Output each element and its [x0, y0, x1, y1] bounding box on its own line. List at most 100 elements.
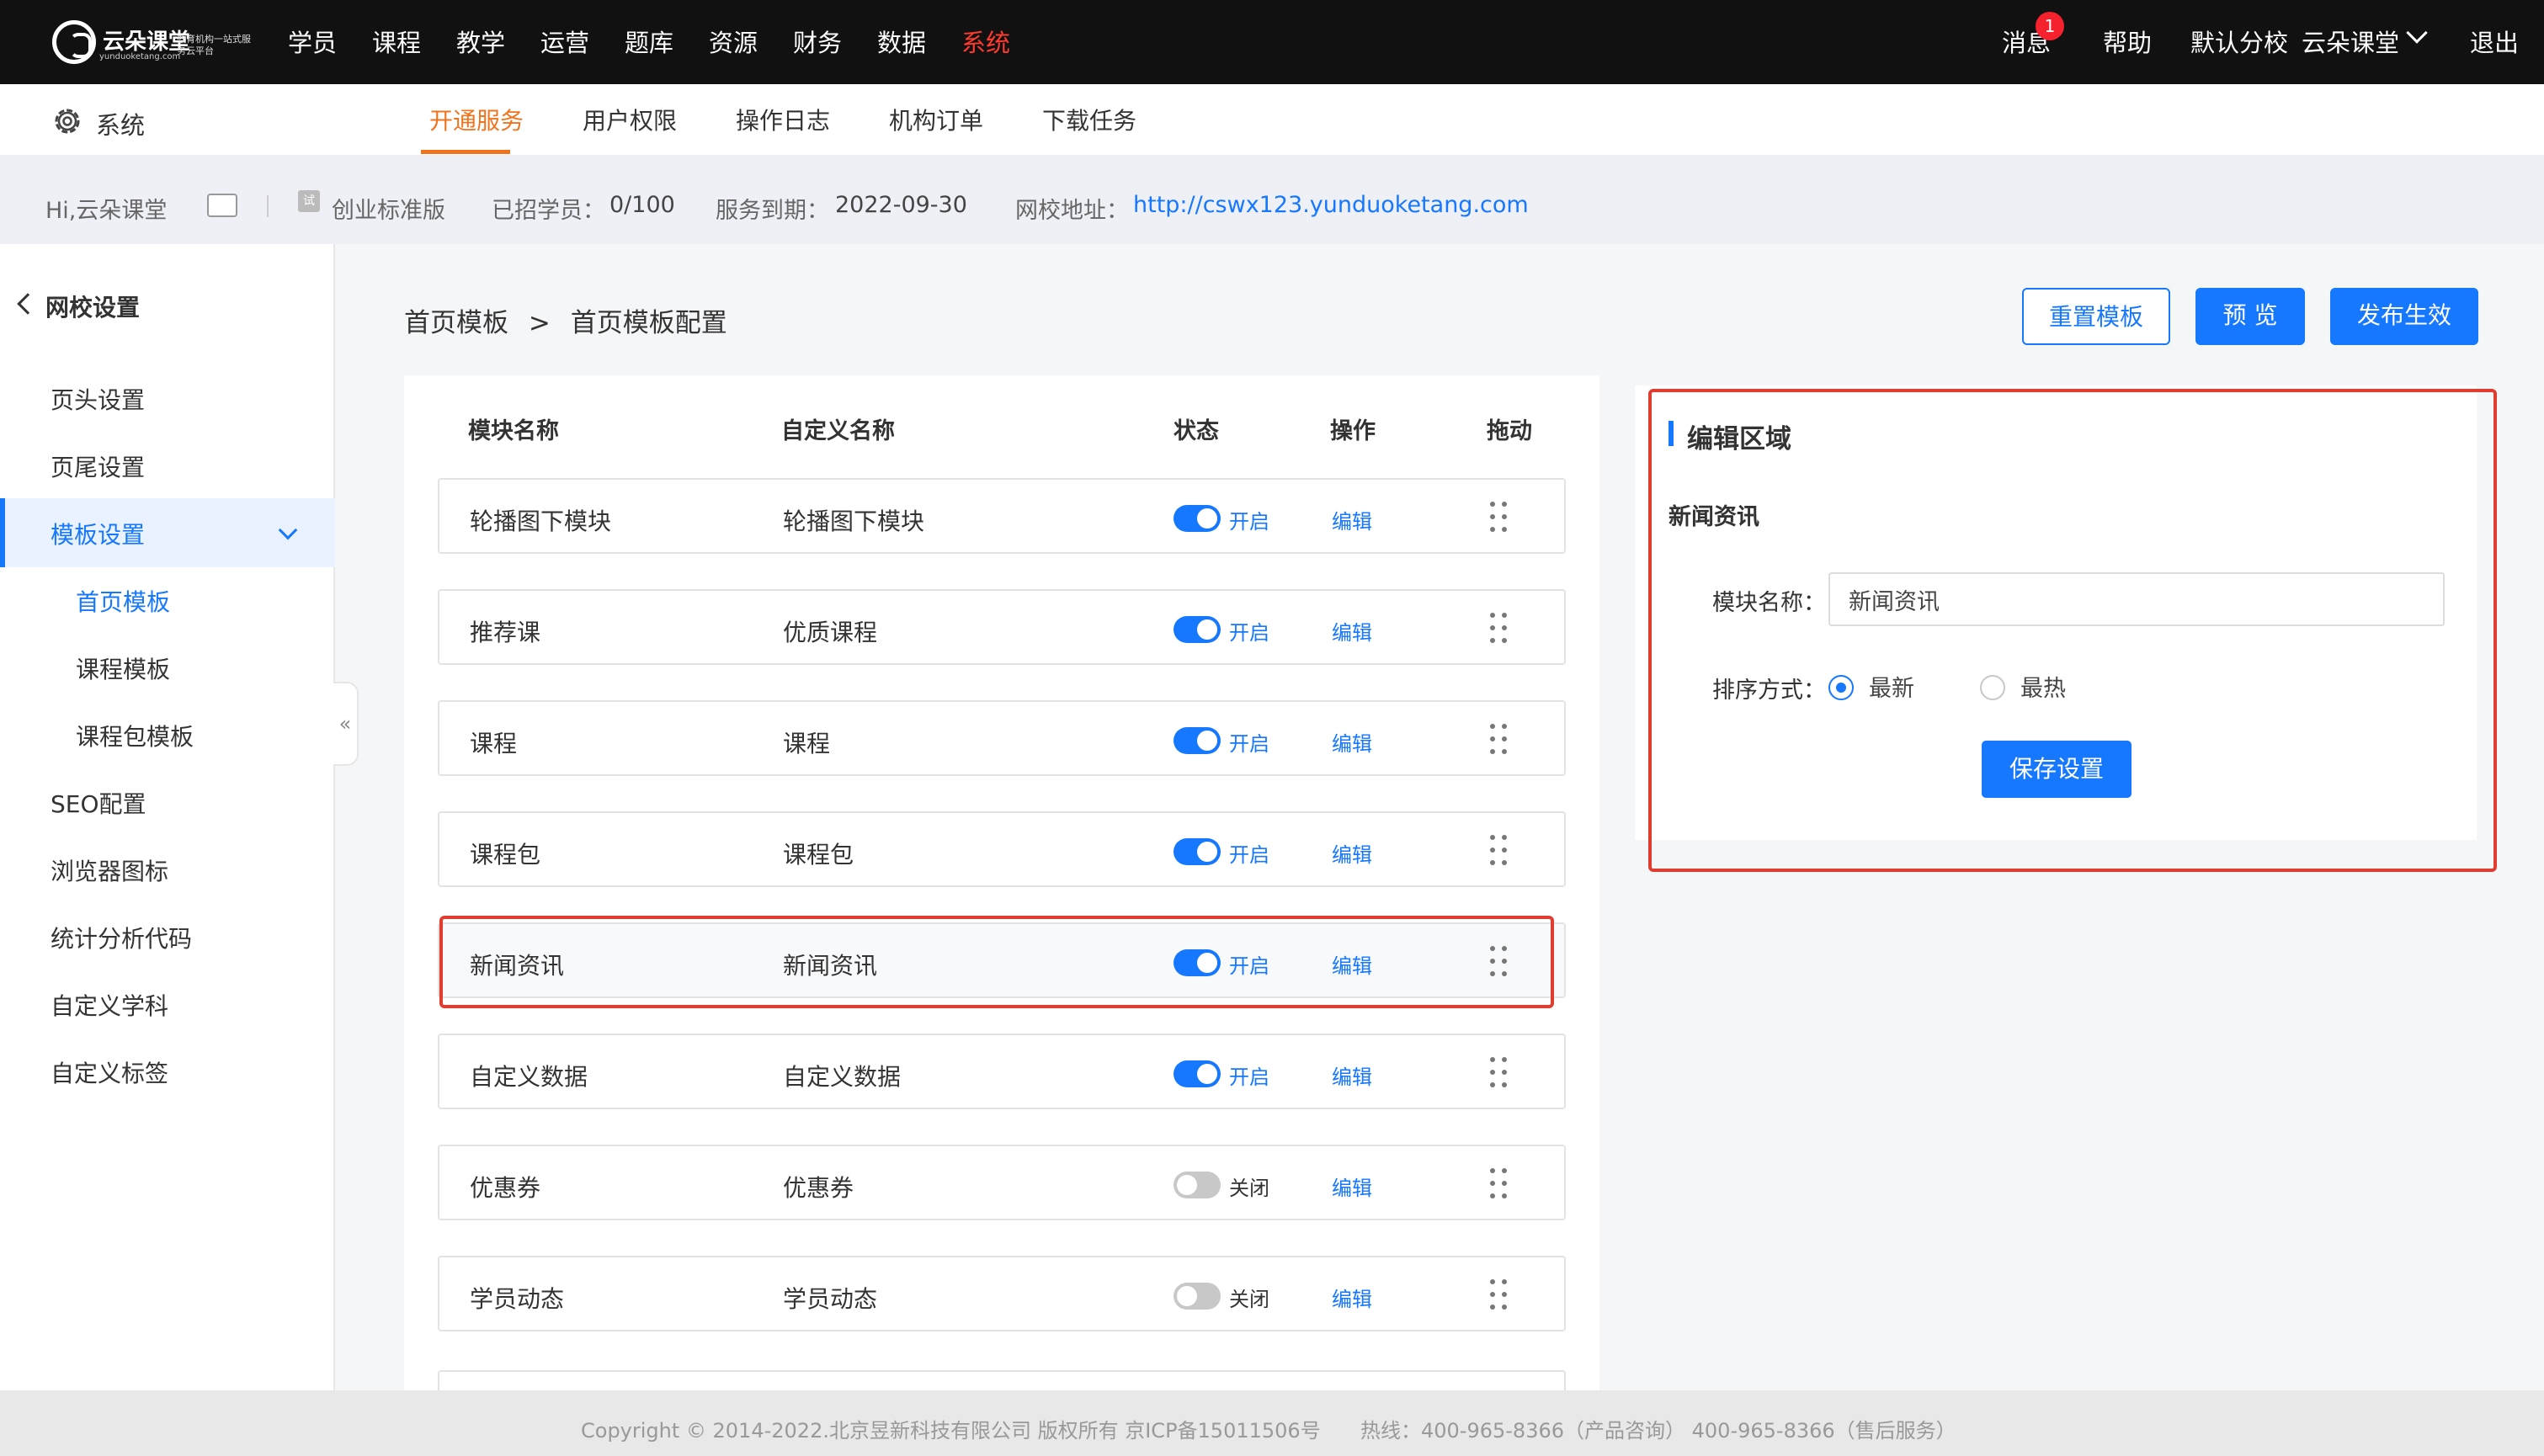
footer-copyright: Copyright © 2014-2022.北京昱新科技有限公司 版权所有 京I…	[581, 1419, 1321, 1443]
title-accent-bar	[1669, 421, 1674, 446]
drag-dot	[1502, 1070, 1507, 1075]
sidebar-item-analytics-code[interactable]: 统计分析代码	[51, 921, 192, 954]
nav-courses[interactable]: 课程	[372, 24, 421, 59]
expiry-label: 服务到期：	[716, 198, 829, 224]
drag-dot	[1490, 1070, 1495, 1075]
logout-link[interactable]: 退出	[2470, 24, 2519, 59]
custom-name-cell: 自定义数据	[783, 1063, 902, 1091]
sort-newest-radio[interactable]	[1828, 675, 1854, 700]
drag-dot	[1490, 835, 1495, 840]
sidebar-item-custom-tags[interactable]: 自定义标签	[51, 1055, 168, 1089]
nav-system[interactable]: 系统	[961, 24, 1010, 59]
status-toggle[interactable]	[1174, 1060, 1221, 1087]
drag-dot	[1502, 1305, 1507, 1310]
status-toggle[interactable]	[1174, 1283, 1221, 1310]
sort-hottest-radio[interactable]	[1980, 675, 2005, 700]
sort-hottest-label[interactable]: 最热	[2020, 670, 2066, 703]
sidebar-collapse-toggle[interactable]: «	[333, 682, 359, 766]
edit-link[interactable]: 编辑	[1332, 1172, 1372, 1201]
column-header-drag: 拖动	[1487, 418, 1532, 444]
drag-handle-icon[interactable]	[1490, 502, 1509, 534]
edit-panel-module: 新闻资讯	[1669, 504, 1759, 530]
drag-handle-icon[interactable]	[1490, 1168, 1509, 1200]
sort-newest-label[interactable]: 最新	[1869, 670, 1914, 703]
edit-link[interactable]: 编辑	[1332, 727, 1372, 757]
drag-dot	[1490, 736, 1495, 741]
sidebar-item-favicon[interactable]: 浏览器图标	[51, 853, 168, 887]
status-toggle[interactable]	[1174, 505, 1221, 532]
preview-button[interactable]: 预 览	[2195, 288, 2305, 345]
nav-operations[interactable]: 运营	[540, 24, 589, 59]
drag-handle-icon[interactable]	[1490, 835, 1509, 867]
status-toggle[interactable]	[1174, 838, 1221, 865]
custom-name-cell: 课程	[783, 730, 831, 757]
sidebar-item-course-package-template[interactable]: 课程包模板	[76, 719, 194, 752]
messages-badge: 1	[2036, 12, 2064, 40]
school-url-link[interactable]: http://cswx123.yunduoketang.com	[1133, 192, 1529, 218]
module-name-input[interactable]	[1828, 572, 2445, 626]
column-header-action: 操作	[1330, 418, 1376, 444]
drag-handle-icon[interactable]	[1490, 1279, 1509, 1311]
top-navbar: 云朵课堂 教育机构一站式服务云平台 yunduoketang.com 学员 课程…	[0, 0, 2544, 84]
cloud-logo-icon	[52, 20, 96, 64]
status-toggle[interactable]	[1174, 616, 1221, 643]
edit-link[interactable]: 编辑	[1332, 505, 1372, 534]
edit-link[interactable]: 编辑	[1332, 616, 1372, 646]
trial-badge-icon: 试	[298, 190, 320, 212]
nav-teaching[interactable]: 教学	[456, 24, 505, 59]
drag-handle-icon[interactable]	[1490, 1057, 1509, 1089]
sidebar-item-template-settings[interactable]: 模板设置	[51, 517, 145, 550]
tab-institution-orders[interactable]: 机构订单	[889, 103, 983, 136]
edit-link[interactable]: 编辑	[1332, 838, 1372, 868]
module-name-cell: 推荐课	[470, 619, 541, 646]
sidebar-item-course-template[interactable]: 课程模板	[76, 651, 170, 685]
drag-dot	[1502, 613, 1507, 618]
drag-dot	[1490, 1082, 1495, 1087]
id-card-icon[interactable]	[207, 194, 237, 217]
reset-template-button[interactable]: 重置模板	[2022, 288, 2170, 345]
logo-url: yunduoketang.com	[99, 52, 181, 61]
chevron-down-icon[interactable]	[2406, 22, 2428, 44]
status-toggle[interactable]	[1174, 1172, 1221, 1198]
tab-download-tasks[interactable]: 下载任务	[1042, 103, 1136, 136]
sidebar-item-custom-subjects[interactable]: 自定义学科	[51, 988, 168, 1022]
drag-handle-icon[interactable]	[1490, 724, 1509, 756]
drag-dot	[1502, 736, 1507, 741]
nav-finance[interactable]: 财务	[793, 24, 842, 59]
sidebar-item-header-settings[interactable]: 页头设置	[51, 382, 145, 416]
nav-question-bank[interactable]: 题库	[625, 24, 673, 59]
status-toggle[interactable]	[1174, 727, 1221, 754]
drag-handle-icon[interactable]	[1490, 613, 1509, 645]
edit-link[interactable]: 编辑	[1332, 1283, 1372, 1312]
nav-students[interactable]: 学员	[288, 24, 337, 59]
sidebar-title[interactable]: 网校设置	[45, 290, 140, 323]
status-label: 关闭	[1229, 1177, 1269, 1200]
help-link[interactable]: 帮助	[2103, 24, 2152, 59]
user-menu[interactable]: 云朵课堂	[2302, 24, 2399, 59]
drag-dot	[1502, 1279, 1507, 1284]
drag-dot	[1502, 1193, 1507, 1198]
drag-dot	[1490, 724, 1495, 729]
module-name-cell: 优惠券	[470, 1174, 541, 1202]
drag-dot	[1502, 1181, 1507, 1186]
module-name-cell: 自定义数据	[470, 1063, 588, 1091]
nav-data[interactable]: 数据	[877, 24, 926, 59]
drag-dot	[1502, 848, 1507, 853]
tab-operation-log[interactable]: 操作日志	[736, 103, 830, 136]
table-row: 优惠券 优惠券 关闭 编辑	[438, 1145, 1566, 1220]
breadcrumb-root[interactable]: 首页模板	[404, 308, 508, 338]
logo[interactable]: 云朵课堂 教育机构一站式服务云平台 yunduoketang.com	[52, 17, 251, 67]
sidebar-item-home-template[interactable]: 首页模板	[76, 584, 170, 618]
edit-link[interactable]: 编辑	[1332, 1060, 1372, 1090]
tab-user-permissions[interactable]: 用户权限	[583, 103, 677, 136]
save-settings-button[interactable]: 保存设置	[1982, 741, 2132, 798]
sidebar-item-footer-settings[interactable]: 页尾设置	[51, 449, 145, 483]
nav-resources[interactable]: 资源	[709, 24, 758, 59]
column-header-module-name: 模块名称	[468, 418, 559, 444]
tab-open-services[interactable]: 开通服务	[429, 103, 524, 136]
branch-label[interactable]: 默认分校	[2190, 24, 2288, 59]
publish-button[interactable]: 发布生效	[2330, 288, 2478, 345]
sidebar-item-seo[interactable]: SEO配置	[51, 786, 146, 820]
table-row: 推荐课 优质课程 开启 编辑	[438, 589, 1566, 665]
highlight-frame-row	[439, 916, 1554, 1008]
